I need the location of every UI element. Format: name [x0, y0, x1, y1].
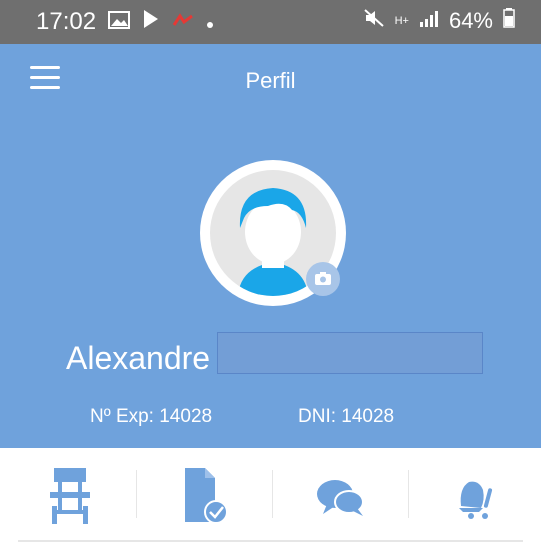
network-label: H+ [394, 14, 409, 27]
action-bar [0, 448, 541, 544]
battery-icon [503, 8, 515, 34]
camera-icon [315, 272, 331, 285]
change-photo-button[interactable] [306, 262, 340, 296]
chat-bubbles-icon [317, 480, 364, 516]
signal-icon [419, 8, 439, 34]
status-time: 17:02 [36, 8, 97, 35]
page-title: Perfil [245, 68, 296, 93]
action-messages[interactable] [273, 466, 409, 526]
action-desk[interactable] [0, 466, 136, 526]
gallery-icon [108, 8, 131, 36]
status-bar: 17:02 H+ 64% [0, 0, 541, 44]
dni-number: DNI: 14028 [298, 406, 395, 427]
mute-icon [363, 8, 385, 34]
action-documents[interactable] [137, 466, 273, 526]
redacted-surname [217, 332, 483, 374]
app-notification-icon [172, 8, 194, 36]
desk-chair-icon [50, 468, 90, 524]
user-name: Alexandre [66, 340, 211, 376]
action-alerts[interactable] [405, 466, 541, 526]
battery-percent: 64% [448, 8, 493, 33]
status-left: 17:02 [36, 8, 214, 36]
network-type: H+ [394, 14, 409, 27]
status-right: H+ 64% [363, 8, 515, 34]
dot-icon [206, 8, 214, 36]
exp-number: Nº Exp: 14028 [90, 406, 213, 427]
play-store-icon [142, 8, 160, 36]
document-check-icon [185, 468, 228, 524]
alert-bell-icon [459, 481, 493, 519]
divider-line [18, 540, 523, 542]
